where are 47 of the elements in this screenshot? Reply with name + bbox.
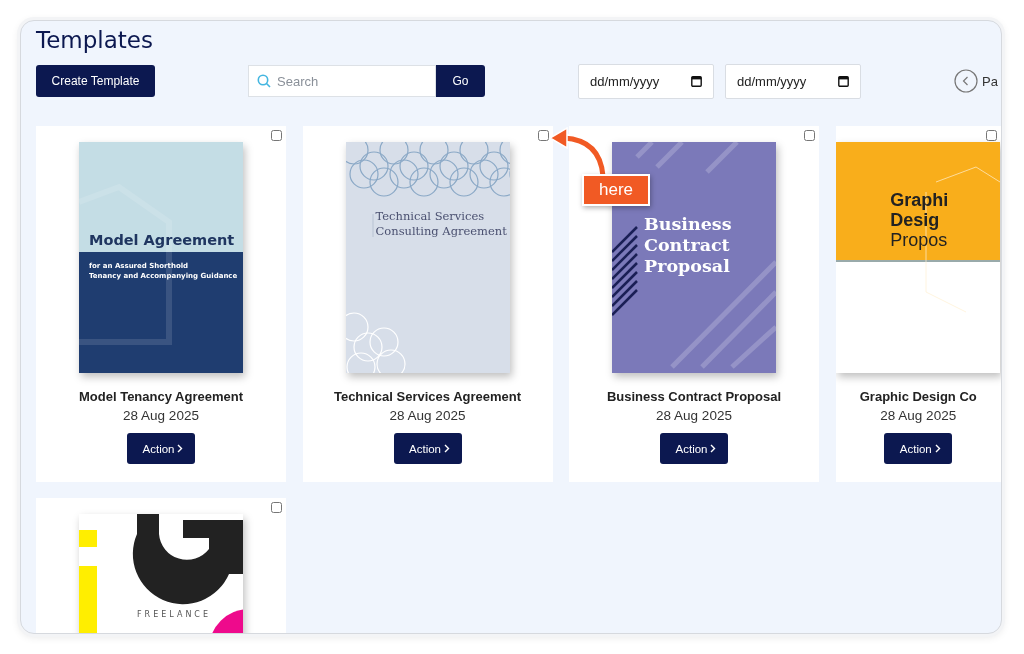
select-checkbox[interactable] — [271, 130, 282, 141]
page-title: Templates — [36, 27, 153, 53]
cover-title: Business — [644, 214, 732, 234]
cover-title: Technical Services — [375, 209, 485, 223]
select-checkbox[interactable] — [986, 130, 997, 141]
pager-label: Pa — [982, 73, 998, 89]
go-button[interactable]: Go — [436, 65, 485, 97]
callout-label: here — [582, 174, 651, 206]
calendar-icon — [838, 75, 849, 87]
calendar-icon — [691, 75, 702, 87]
cover-title: Model Agreement — [89, 232, 235, 248]
cover-title: Contract — [644, 235, 730, 255]
chevron-icon — [177, 444, 184, 453]
template-name: Business Contract Proposal — [606, 389, 782, 404]
action-button[interactable]: Action — [393, 433, 462, 464]
select-checkbox[interactable] — [271, 502, 282, 513]
circle-pattern-drawing — [345, 312, 406, 373]
action-button[interactable]: Action — [127, 433, 195, 464]
template-date: 28 Aug 2025 — [389, 408, 466, 423]
action-button[interactable]: Action — [660, 433, 728, 464]
previous-page-button[interactable] — [954, 69, 978, 93]
create-template-button[interactable]: Create Template — [36, 65, 155, 97]
template-date: 28 Aug 2025 — [656, 408, 732, 423]
template-name: Technical Services Agreement — [333, 389, 522, 404]
search-box[interactable]: Search — [248, 65, 436, 97]
cover-caption: FREELANCE — [137, 610, 211, 619]
action-button[interactable]: Action — [884, 433, 953, 464]
cover-title: Propos — [890, 230, 948, 251]
search-icon — [257, 74, 271, 88]
cover-title: Desig — [890, 210, 940, 231]
cover-title: Proposal — [644, 256, 730, 276]
template-date: 28 Aug 2025 — [123, 408, 199, 423]
template-name: Graphic Design Co — [859, 389, 977, 404]
chevron-icon — [934, 444, 941, 453]
date-field[interactable]: dd/mm/yyyy — [737, 73, 827, 89]
chevron-icon — [710, 444, 717, 453]
date-field[interactable]: dd/mm/yyyy — [590, 73, 680, 89]
template-name: Model Tenancy Agreement — [79, 389, 243, 404]
select-checkbox[interactable] — [804, 130, 815, 141]
search-field[interactable]: Search — [277, 73, 427, 89]
chevron-icon — [444, 444, 450, 453]
template-date: 28 Aug 2025 — [880, 408, 957, 423]
cover-title: Consulting Agreement — [375, 224, 507, 238]
select-checkbox[interactable] — [537, 130, 549, 141]
cover-title: Graphi — [890, 190, 949, 211]
date-picker[interactable]: dd/mm/yyyy — [725, 63, 861, 99]
date-picker[interactable]: dd/mm/yyyy — [578, 63, 714, 99]
